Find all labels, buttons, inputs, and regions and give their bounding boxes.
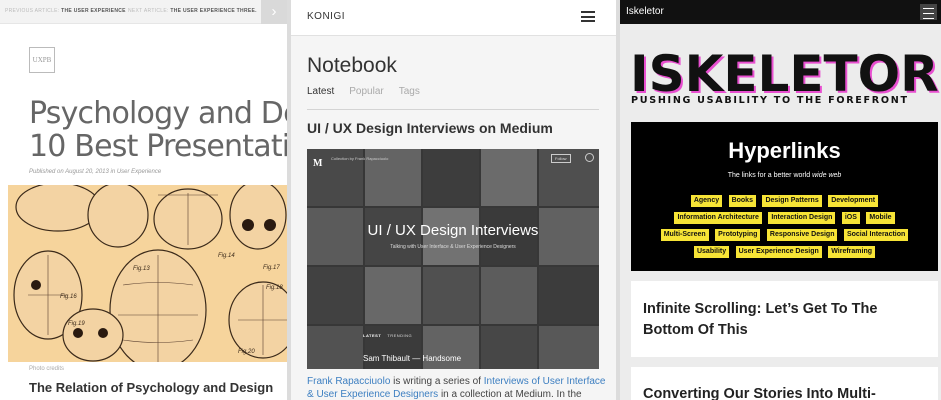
site-title[interactable]: ISKELETOR xyxy=(630,49,939,99)
page-title: Notebook xyxy=(307,54,397,77)
figure-label: Fig.19 xyxy=(68,321,85,327)
article-title: Psychology and Desig10 Best Presentation… xyxy=(29,96,287,164)
article-excerpt: Frank Rapacciuolo is writing a series of… xyxy=(307,376,606,400)
tab-latest[interactable]: Latest xyxy=(307,86,334,97)
site-header: Iskeletor xyxy=(620,0,941,24)
screenshot-collage: PREVIOUS ARTICLE: THE USER EXPERIENCE NE… xyxy=(0,0,941,400)
widget-subtitle: The links for a better world wide web xyxy=(727,172,842,179)
photo-credit[interactable]: Photo credits xyxy=(29,366,64,372)
tab-trending[interactable]: TRENDING xyxy=(387,333,412,338)
site-logo[interactable]: UXPB xyxy=(29,47,55,73)
skull-engraving-icon: Fig.13 Fig.14 Fig.16 Fig.17 Fig.18 Fig.1… xyxy=(8,185,287,362)
divider-line xyxy=(307,109,599,110)
follow-button[interactable]: Follow xyxy=(551,154,571,163)
publish-date: Published on August 20, 2013 in User Exp… xyxy=(29,169,162,175)
collection-tabs: LATEST TRENDING xyxy=(363,333,412,338)
tag-multi-screen[interactable]: Multi-Screen xyxy=(660,228,709,241)
post-card[interactable]: Infinite Scrolling: Let’s Get To The Bott… xyxy=(631,281,938,357)
figure-label: Fig.18 xyxy=(266,285,283,291)
figure-label: Fig.13 xyxy=(133,266,150,272)
phrenology-skull-illustration: Fig.13 Fig.14 Fig.16 Fig.17 Fig.18 Fig.1… xyxy=(8,185,287,362)
figure-label: Fig.16 xyxy=(60,294,77,300)
tag-ios[interactable]: iOS xyxy=(841,211,860,224)
post-title[interactable]: Infinite Scrolling: Let’s Get To The Bott… xyxy=(643,299,877,341)
widget-title: Hyperlinks xyxy=(728,138,841,163)
tag-social-interaction[interactable]: Social Interaction xyxy=(843,228,909,241)
tab-latest[interactable]: LATEST xyxy=(363,333,381,338)
tab-popular[interactable]: Popular xyxy=(349,86,383,97)
image-overlay xyxy=(307,149,599,369)
article-navigation-bar: PREVIOUS ARTICLE: THE USER EXPERIENCE NE… xyxy=(0,0,287,24)
section-heading: The Relation of Psychology and Design xyxy=(29,380,274,395)
tag-wireframing[interactable]: Wireframing xyxy=(828,245,876,258)
figure-label: Fig.14 xyxy=(218,253,235,259)
post-title[interactable]: Sam Thibault — Handsome xyxy=(363,354,461,363)
more-options-icon[interactable] xyxy=(585,153,594,162)
tag-information-architecture[interactable]: Information Architecture xyxy=(674,211,762,224)
previous-article-link[interactable]: PREVIOUS ARTICLE: THE USER EXPERIENCE xyxy=(5,8,126,14)
hero-image[interactable]: M Collection by Frank Rapacciuolo Follow… xyxy=(307,149,599,369)
next-article-button[interactable]: › xyxy=(261,0,287,24)
article-title[interactable]: UI / UX Design Interviews on Medium xyxy=(307,120,553,136)
medium-logo-icon[interactable]: M xyxy=(313,158,322,169)
collection-title: UI / UX Design Interviews xyxy=(367,222,539,239)
post-card[interactable]: Converting Our Stories Into Multi- xyxy=(631,367,938,400)
tag-usability[interactable]: Usability xyxy=(693,245,730,258)
blog-panel: PREVIOUS ARTICLE: THE USER EXPERIENCE NE… xyxy=(0,0,287,400)
konigi-panel: KONIGI Notebook Latest Popular Tags UI / U… xyxy=(291,0,616,400)
iskeletor-panel: Iskeletor ISKELETOR PUSHING USABILITY TO… xyxy=(620,0,941,400)
site-tagline: PUSHING USABILITY TO THE FOREFRONT xyxy=(631,95,909,106)
tag-books[interactable]: Books xyxy=(728,194,756,207)
tag-interaction-design[interactable]: Interaction Design xyxy=(768,211,836,224)
chevron-right-icon: › xyxy=(271,3,277,20)
hamburger-menu-icon[interactable] xyxy=(581,11,595,22)
tag-prototyping[interactable]: Prototyping xyxy=(715,228,761,241)
next-article-link[interactable]: NEXT ARTICLE: THE USER EXPERIENCE THREE. xyxy=(128,8,257,14)
figure-label: Fig.17 xyxy=(263,265,280,271)
tag-responsive-design[interactable]: Responsive Design xyxy=(766,228,838,241)
tag-mobile[interactable]: Mobile xyxy=(866,211,895,224)
hamburger-menu-icon[interactable] xyxy=(920,4,937,20)
hyperlinks-widget: Hyperlinks The links for a better world … xyxy=(631,122,938,271)
tag-design-patterns[interactable]: Design Patterns xyxy=(762,194,822,207)
author-link[interactable]: Frank Rapacciuolo xyxy=(307,376,390,387)
collection-byline: Collection by Frank Rapacciuolo xyxy=(331,156,389,161)
tag-development[interactable]: Development xyxy=(828,194,879,207)
tab-tags[interactable]: Tags xyxy=(399,86,420,97)
brand-logo[interactable]: Iskeletor xyxy=(626,6,664,17)
brand-logo[interactable]: KONIGI xyxy=(307,11,345,22)
post-title[interactable]: Converting Our Stories Into Multi- xyxy=(643,384,876,400)
notebook-tabs: Latest Popular Tags xyxy=(307,86,435,97)
collection-subtitle: Talking with User Interface & User Exper… xyxy=(390,244,516,250)
tag-user-experience-design[interactable]: User Experience Design xyxy=(735,245,822,258)
tag-cloud: Agency Books Design Patterns Development… xyxy=(635,192,934,260)
figure-label: Fig.20 xyxy=(238,349,255,355)
site-header: KONIGI xyxy=(291,0,616,36)
tag-agency[interactable]: Agency xyxy=(690,194,723,207)
